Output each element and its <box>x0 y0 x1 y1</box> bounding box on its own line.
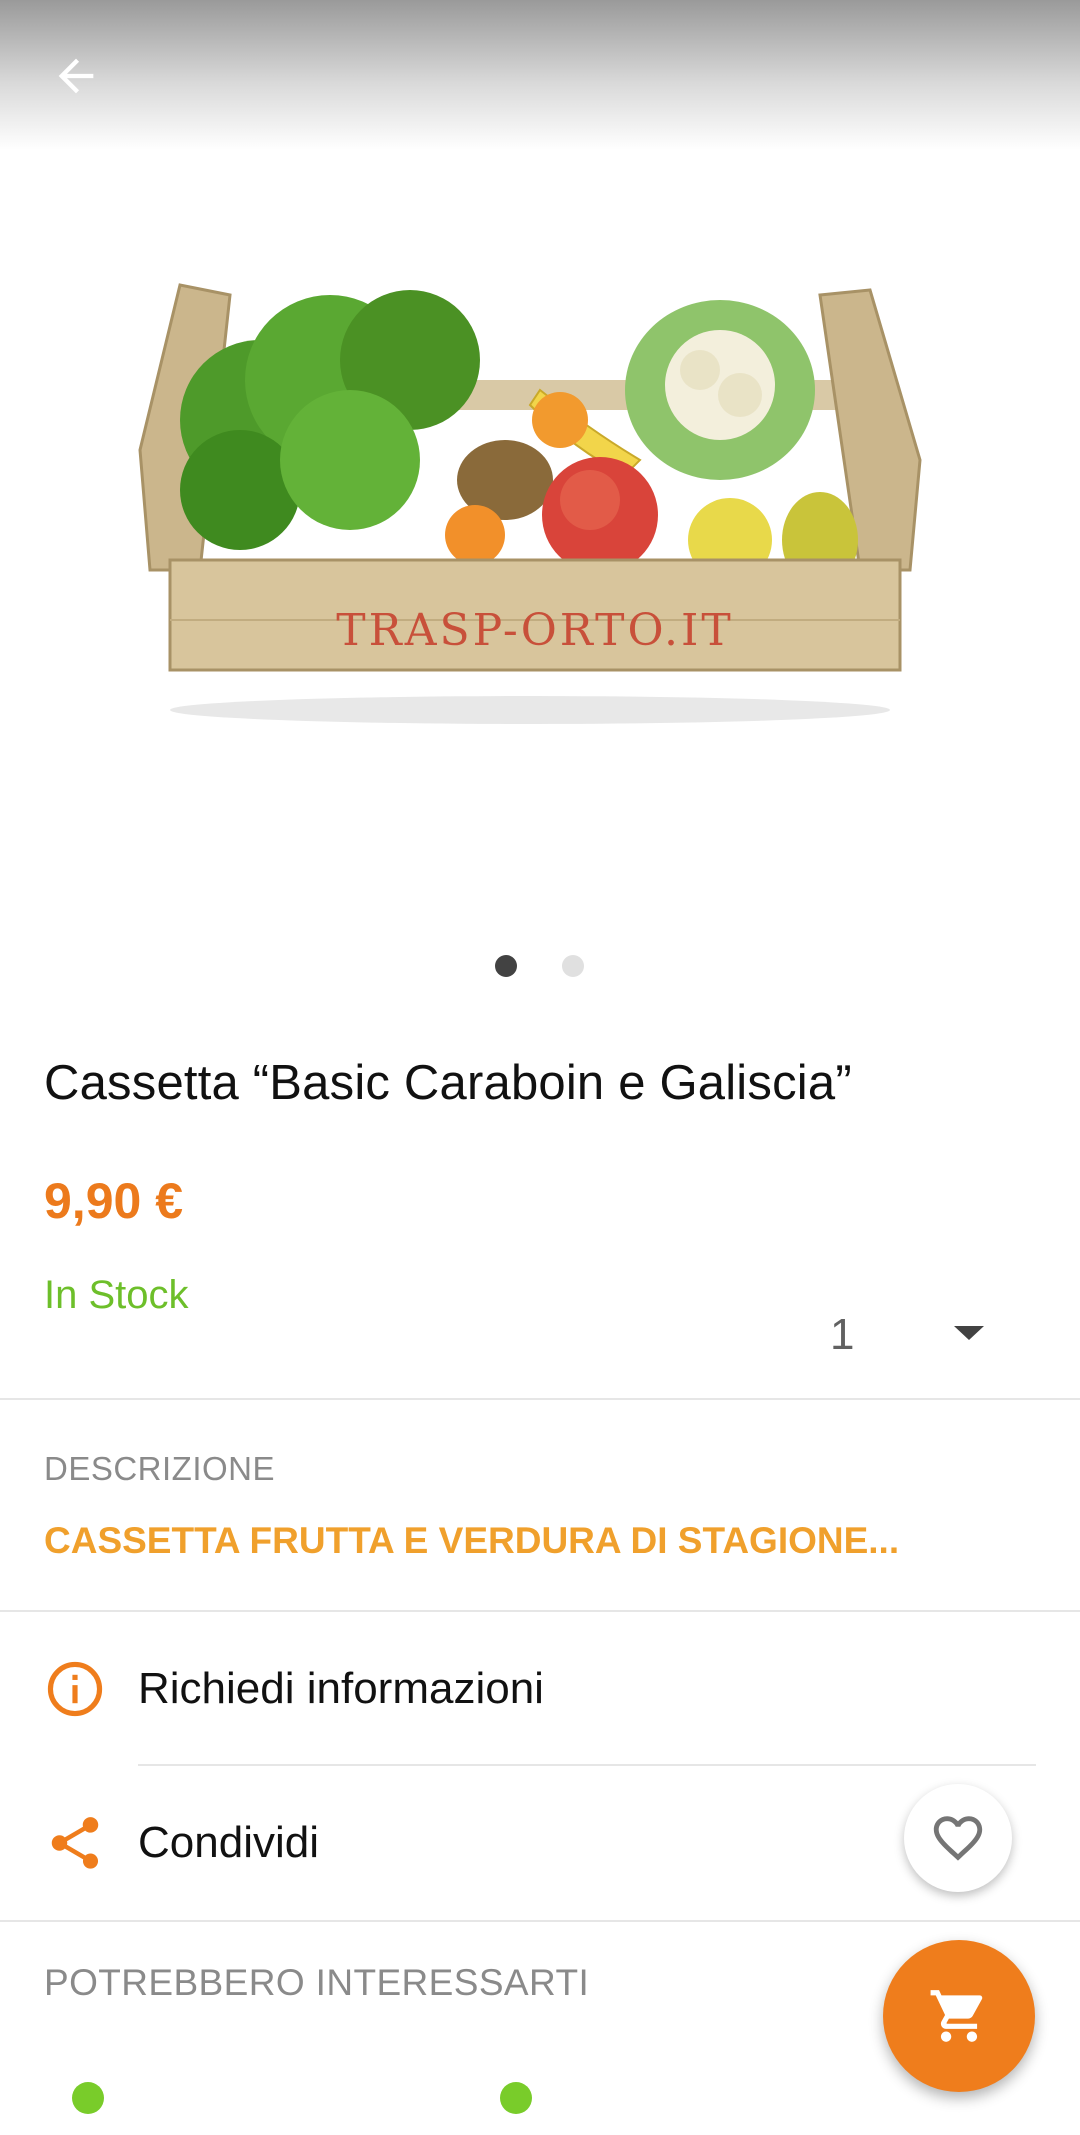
availability-dot <box>72 2082 104 2114</box>
product-image-gallery[interactable]: TRASP-ORTO.IT <box>0 0 1080 1000</box>
arrow-back-icon <box>58 58 94 94</box>
heart-outline-icon <box>933 1816 983 1861</box>
divider <box>0 1610 1080 1612</box>
request-info-row[interactable]: Richiedi informazioni <box>0 1614 1080 1764</box>
divider <box>138 1764 1036 1766</box>
top-scrim <box>0 0 1080 150</box>
stock-status: In Stock <box>44 1273 189 1317</box>
info-icon <box>47 1661 103 1717</box>
product-image: TRASP-ORTO.IT <box>138 283 922 724</box>
share-label: Condividi <box>138 1818 319 1867</box>
quantity-selector[interactable]: 1 <box>820 1300 1000 1370</box>
back-button[interactable] <box>40 40 112 112</box>
shopping-cart-icon <box>930 1990 983 2042</box>
description-text[interactable]: CASSETTA FRUTTA E VERDURA DI STAGIONE... <box>44 1520 914 1562</box>
caret-down-icon <box>954 1326 984 1340</box>
pager-dot-active[interactable] <box>495 955 517 977</box>
request-info-label: Richiedi informazioni <box>138 1664 544 1713</box>
image-pager <box>0 955 1080 985</box>
cart-button[interactable] <box>883 1940 1035 2092</box>
divider <box>0 1920 1080 1922</box>
favorite-button[interactable] <box>904 1784 1012 1892</box>
quantity-value: 1 <box>830 1310 855 1359</box>
pager-dot[interactable] <box>562 955 584 977</box>
availability-dot <box>500 2082 532 2114</box>
description-label: DESCRIZIONE <box>44 1450 276 1487</box>
share-icon <box>51 1817 99 1869</box>
related-section-title: POTREBBERO INTERESSARTI <box>44 1962 590 2003</box>
divider <box>0 1398 1080 1400</box>
product-title: Cassetta “Basic Caraboin e Galiscia” <box>44 1056 852 1110</box>
product-price: 9,90 € <box>44 1173 184 1229</box>
crate-logo-text: TRASP-ORTO.IT <box>336 605 733 656</box>
